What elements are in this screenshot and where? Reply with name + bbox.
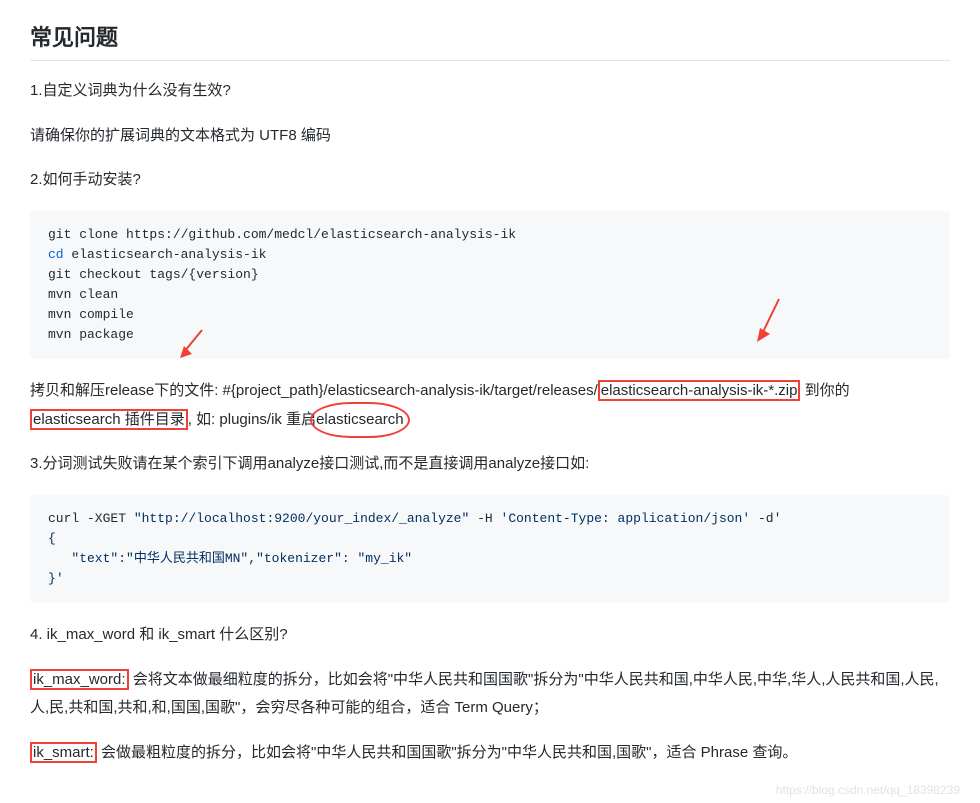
copy-text-e: , 如: plugins/ik 重启 <box>188 411 316 428</box>
restart-text: elasticsearch <box>316 411 404 428</box>
code-str: ' <box>774 511 782 526</box>
code-str: ' <box>56 571 64 586</box>
ik-max-word-text: 会将文本做最细粒度的拆分，比如会将"中华人民共和国国歌"拆分为"中华人民共和国,… <box>30 671 939 717</box>
code-str: "http://localhost:9200/your_index/_analy… <box>134 511 469 526</box>
code-key: "text" <box>71 551 118 566</box>
code-line <box>48 551 71 566</box>
code-val: "my_ik" <box>358 551 413 566</box>
ik-smart-para: ik_smart: 会做最粗粒度的拆分，比如会将"中华人民共和国国歌"拆分为"中… <box>30 739 950 768</box>
code-line: } <box>48 571 56 586</box>
code-line: mvn compile <box>48 307 134 322</box>
code-line: -d <box>750 511 773 526</box>
ik-max-word-highlight: ik_max_word: <box>30 669 129 690</box>
code-line: mvn package <box>48 327 134 342</box>
ik-smart-highlight: ik_smart: <box>30 742 97 763</box>
code-line: mvn clean <box>48 287 118 302</box>
restart-highlight: elasticsearch <box>316 406 404 435</box>
code-block-install: git clone https://github.com/medcl/elast… <box>30 211 950 360</box>
code-line: git clone https://github.com/medcl/elast… <box>48 227 516 242</box>
ik-max-word-para: ik_max_word: 会将文本做最细粒度的拆分，比如会将"中华人民共和国国歌… <box>30 666 950 723</box>
q3: 3.分词测试失败请在某个索引下调用analyze接口测试,而不是直接调用anal… <box>30 450 950 479</box>
plugin-dir-highlight: elasticsearch 插件目录 <box>30 409 188 430</box>
code-line: curl -XGET <box>48 511 134 526</box>
code-line: -H <box>469 511 500 526</box>
code-val: "中华人民共和国MN" <box>126 551 248 566</box>
faq-heading: 常见问题 <box>30 20 950 61</box>
code-sep: , <box>248 551 256 566</box>
watermark: https://blog.csdn.net/qq_18398239 <box>776 783 960 797</box>
code-line: { <box>48 531 56 546</box>
a1: 请确保你的扩展词典的文本格式为 UTF8 编码 <box>30 122 950 151</box>
zip-file-highlight: elasticsearch-analysis-ik-*.zip <box>598 380 801 401</box>
code-line: elasticsearch-analysis-ik <box>64 247 267 262</box>
ik-smart-text: 会做最粗粒度的拆分，比如会将"中华人民共和国国歌"拆分为"中华人民共和国,国歌"… <box>97 744 798 761</box>
q2: 2.如何手动安装? <box>30 166 950 195</box>
copy-text-a: 拷贝和解压release下的文件: #{project_path}/elasti… <box>30 382 598 399</box>
code-block-curl: curl -XGET "http://localhost:9200/your_i… <box>30 495 950 604</box>
copy-text-c: 到你的 <box>800 382 849 399</box>
code-str: 'Content-Type: application/json' <box>501 511 751 526</box>
q4: 4. ik_max_word 和 ik_smart 什么区别? <box>30 621 950 650</box>
q1: 1.自定义词典为什么没有生效? <box>30 77 950 106</box>
code-key: "tokenizer" <box>256 551 342 566</box>
copy-instructions: 拷贝和解压release下的文件: #{project_path}/elasti… <box>30 377 950 434</box>
code-sep: : <box>118 551 126 566</box>
code-sep: : <box>342 551 358 566</box>
code-line: git checkout tags/{version} <box>48 267 259 282</box>
code-keyword-cd: cd <box>48 247 64 262</box>
